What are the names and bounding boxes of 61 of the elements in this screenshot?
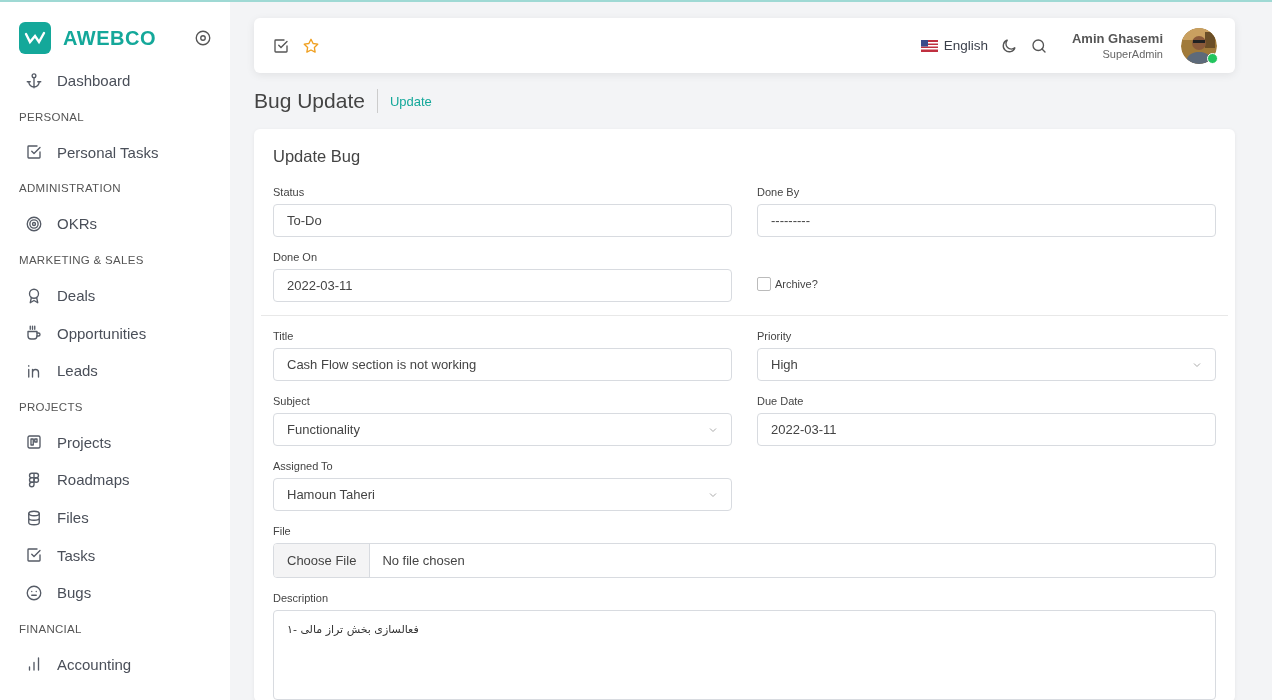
- nav-item[interactable]: Dashboard: [57, 72, 131, 90]
- nav-item[interactable]: Opportunities: [57, 324, 147, 342]
- field-label: Priority: [757, 330, 793, 342]
- user-role: SuperAdmin: [1102, 48, 1163, 60]
- checkbox-icon[interactable]: [272, 36, 290, 55]
- field-label: Done On: [273, 251, 319, 263]
- star-icon[interactable]: [302, 36, 320, 55]
- nav-item[interactable]: OKRs: [57, 215, 97, 233]
- face-icon: [25, 583, 43, 602]
- nav-item[interactable]: Accounting: [57, 655, 132, 673]
- section-heading: MARKETING & SALES: [19, 252, 145, 268]
- board-icon: [25, 433, 43, 452]
- file-field[interactable]: Choose File No file chosen: [273, 543, 1216, 578]
- section-heading: PROJECTS: [19, 399, 84, 415]
- text-field[interactable]: Cash Flow section is not working: [273, 348, 732, 381]
- choose-file-button[interactable]: Choose File: [274, 544, 371, 577]
- text-field[interactable]: 2022-03-11: [273, 269, 732, 302]
- field-label: Status: [273, 186, 306, 198]
- cup-icon: [25, 324, 43, 343]
- nav-item[interactable]: Deals: [57, 287, 96, 305]
- checkbox[interactable]: [757, 276, 771, 291]
- nav-item[interactable]: Bugs: [57, 584, 92, 602]
- nav-item[interactable]: Leads: [57, 362, 98, 380]
- field-label: Done By: [757, 186, 801, 198]
- checkbox-label: Archive?: [775, 277, 818, 290]
- field-label: Assigned To: [273, 460, 334, 472]
- search-icon[interactable]: [1029, 36, 1048, 55]
- select-field[interactable]: High: [757, 348, 1216, 381]
- target-icon: [25, 215, 43, 233]
- text-field[interactable]: ---------: [757, 204, 1216, 237]
- user-name: Amin Ghasemi: [1071, 31, 1163, 46]
- nav-item[interactable]: Roadmaps: [57, 471, 130, 489]
- section-heading: ADMINISTRATION: [19, 181, 122, 197]
- nav-item[interactable]: Projects: [57, 433, 112, 451]
- language-selector[interactable]: English: [943, 38, 988, 53]
- field-label: File: [273, 525, 292, 537]
- select-field[interactable]: Hamoun Taheri: [273, 478, 732, 511]
- nav-item[interactable]: Files: [57, 509, 89, 527]
- field-label: Description: [273, 592, 330, 604]
- checkbox-icon: [25, 546, 43, 565]
- field-label: Subject: [273, 395, 311, 407]
- description-field[interactable]: فعالسازی بخش تراز مالی -۱: [273, 610, 1216, 700]
- field-label: Title: [273, 330, 295, 342]
- page-title: Bug Update: [254, 89, 365, 113]
- target-icon[interactable]: [194, 29, 212, 47]
- section-heading: FINANCIAL: [19, 621, 83, 637]
- nav-item[interactable]: Personal Tasks: [57, 143, 159, 161]
- section-heading: PERSONAL: [19, 109, 86, 125]
- text-field[interactable]: To-Do: [273, 204, 732, 237]
- database-icon: [25, 508, 43, 527]
- logo-icon: [19, 22, 51, 54]
- checkbox-icon: [25, 143, 43, 162]
- brand-name: AWEBCO: [63, 26, 157, 50]
- text-field[interactable]: 2022-03-11: [757, 413, 1216, 446]
- flag-icon: [920, 39, 938, 52]
- anchor-icon: [25, 71, 43, 90]
- select-field[interactable]: Functionality: [273, 413, 732, 446]
- card-title: Update Bug: [273, 147, 362, 166]
- field-label: Due Date: [757, 395, 805, 407]
- file-status: No file chosen: [381, 552, 466, 570]
- nav-item[interactable]: Tasks: [57, 546, 96, 564]
